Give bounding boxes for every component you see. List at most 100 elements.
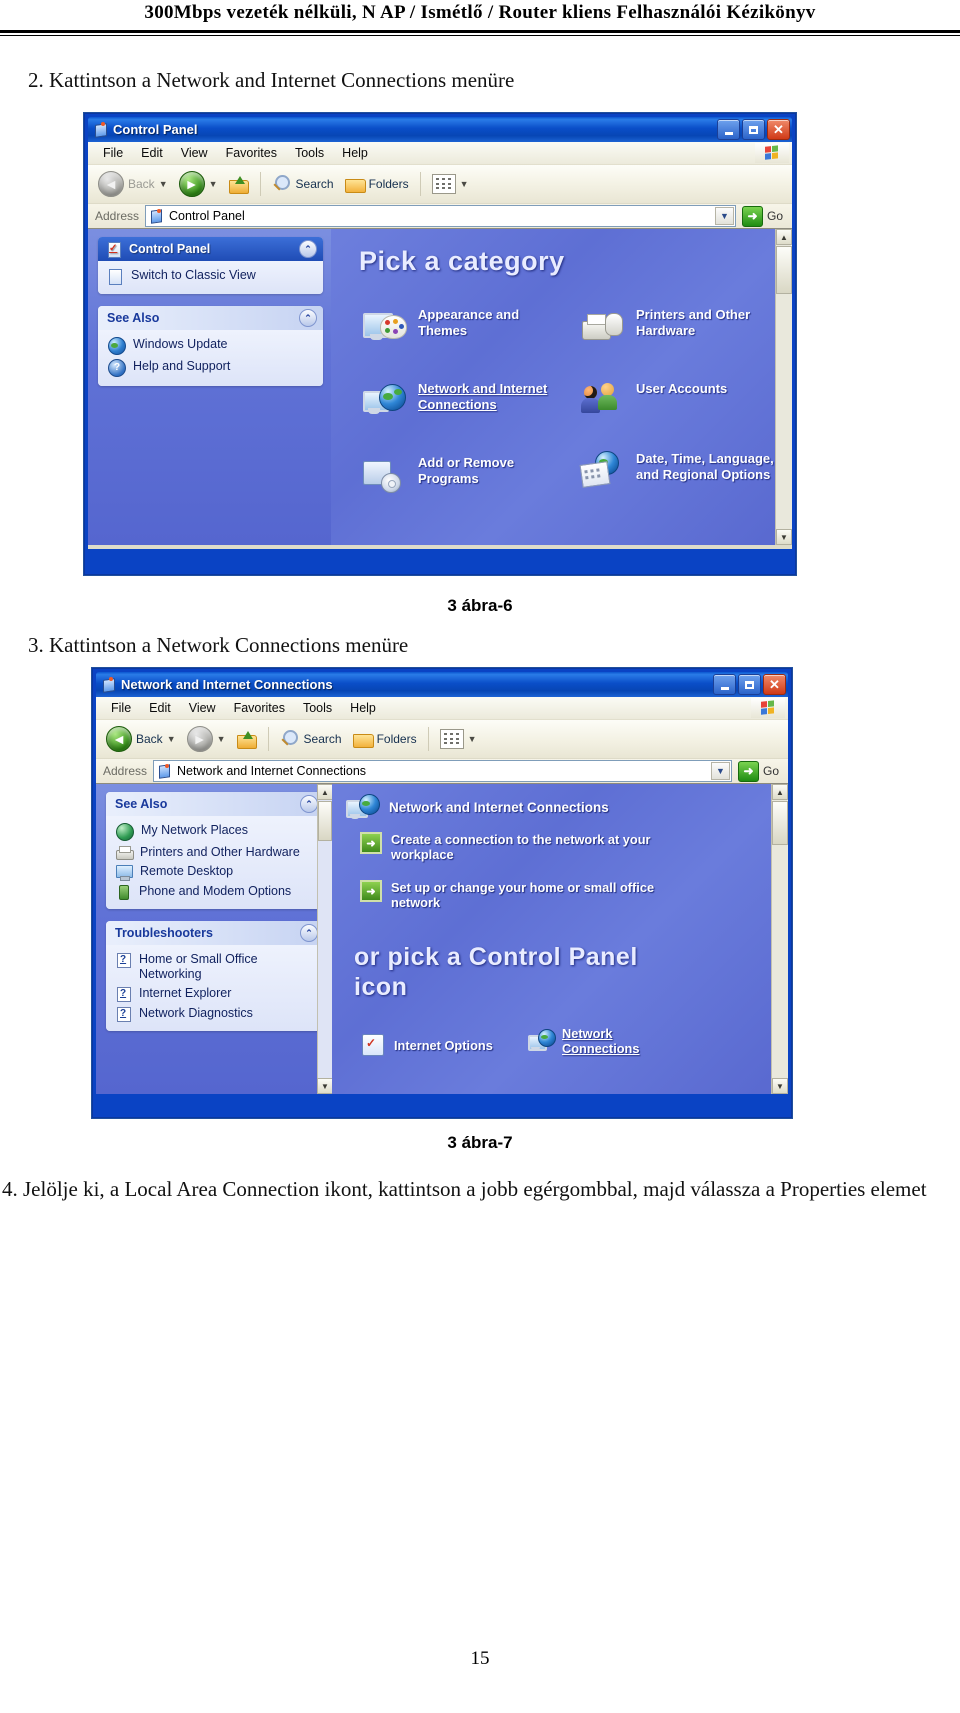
chevron-up-icon[interactable]: ⌃ — [299, 309, 317, 327]
scrollbar-thumb[interactable] — [776, 246, 792, 294]
panel-title-control-panel: ✓ Control Panel — [107, 241, 210, 258]
category-user-accounts[interactable]: User Accounts — [581, 381, 727, 421]
back-button[interactable]: ◄ Back ▼ — [102, 724, 180, 754]
maximize-button[interactable] — [742, 119, 765, 140]
window2-titlebar[interactable]: Network and Internet Connections ✕ — [96, 672, 788, 697]
task-setup-home-office-network[interactable]: ➜ Set up or change your home or small of… — [360, 880, 691, 910]
window2-vertical-scrollbar[interactable]: ▲ ▼ — [771, 784, 788, 1094]
folders-button[interactable]: Folders — [341, 174, 413, 194]
views-button[interactable]: ▼ — [436, 727, 481, 751]
scroll-up-icon[interactable]: ▲ — [317, 784, 333, 800]
scroll-down-icon[interactable]: ▼ — [776, 529, 792, 545]
window2-body: File Edit View Favorites Tools Help ◄ Ba… — [96, 697, 788, 1094]
chevron-up-icon[interactable]: ⌃ — [300, 795, 318, 813]
toolbar-separator-2 — [427, 727, 429, 751]
back-button[interactable]: ◄ Back ▼ — [94, 169, 172, 199]
control-panel-window: Control Panel ✕ File Edit View Favorites… — [84, 113, 796, 575]
menu-tools[interactable]: Tools — [294, 699, 341, 717]
forward-dropdown-icon[interactable]: ▼ — [209, 179, 218, 189]
menu-help[interactable]: Help — [333, 144, 377, 162]
go-button[interactable]: ➜ Go — [736, 205, 789, 227]
sidebar-item-my-network-places[interactable]: My Network Places — [116, 821, 318, 843]
menu-favorites[interactable]: Favorites — [217, 144, 286, 162]
sidebar-item-home-or-small-office-networking[interactable]: ? Home or Small Office Networking — [116, 950, 318, 984]
views-dropdown-icon[interactable]: ▼ — [468, 734, 477, 744]
search-button[interactable]: Search — [276, 728, 346, 750]
menu-view[interactable]: View — [172, 144, 217, 162]
address-input[interactable]: Network and Internet Connections ▼ — [153, 760, 732, 782]
menu-tools[interactable]: Tools — [286, 144, 333, 162]
search-button[interactable]: Search — [268, 173, 338, 195]
address-control-panel-icon — [150, 209, 164, 224]
scroll-down-icon[interactable]: ▼ — [317, 1078, 333, 1094]
forward-button[interactable]: ► ▼ — [175, 169, 222, 199]
category-printers-and-other-hardware[interactable]: Printers and Other Hardware — [581, 307, 786, 347]
sidebar-item-switch-classic-view[interactable]: Switch to Classic View — [108, 266, 317, 287]
folders-button[interactable]: Folders — [349, 729, 421, 749]
category-network-and-internet-connections[interactable]: Network and Internet Connections — [363, 381, 568, 421]
views-dropdown-icon[interactable]: ▼ — [460, 179, 469, 189]
forward-dropdown-icon[interactable]: ▼ — [217, 734, 226, 744]
category-date-time-language-regional[interactable]: Date, Time, Language, and Regional Optio… — [579, 451, 786, 491]
window1-vertical-scrollbar[interactable]: ▲ ▼ — [775, 229, 792, 545]
scrollbar-thumb[interactable] — [772, 801, 788, 845]
menu-help[interactable]: Help — [341, 699, 385, 717]
menu-file[interactable]: File — [94, 144, 132, 162]
back-dropdown-icon[interactable]: ▼ — [167, 734, 176, 744]
sidebar-item-printers-and-other-hardware[interactable]: Printers and Other Hardware — [116, 843, 318, 862]
scroll-down-icon[interactable]: ▼ — [772, 1078, 788, 1094]
go-button[interactable]: ➜ Go — [732, 760, 785, 782]
figure-7-caption: 3 ábra-7 — [447, 1133, 513, 1152]
sidebar-panel-see-also: See Also ⌃ Windows Update ? Help and Sup… — [98, 306, 323, 386]
scroll-up-icon[interactable]: ▲ — [772, 784, 788, 800]
chevron-up-icon[interactable]: ⌃ — [299, 240, 317, 258]
panel-header-see-also[interactable]: See Also ⌃ — [98, 306, 323, 330]
sidebar-item-label: Remote Desktop — [140, 864, 234, 878]
sidebar-item-label: Phone and Modem Options — [139, 884, 292, 898]
scrollbar-thumb[interactable] — [318, 801, 332, 841]
up-button[interactable] — [233, 729, 261, 750]
window2-sidebar-scrollbar[interactable]: ▲ ▼ — [317, 784, 333, 1094]
views-button[interactable]: ▼ — [428, 172, 473, 196]
step-2-text: 2. Kattintson a Network and Internet Con… — [28, 68, 515, 92]
category-appearance-and-themes[interactable]: Appearance and Themes — [363, 307, 568, 347]
scroll-up-icon[interactable]: ▲ — [776, 229, 792, 245]
task-create-connection-workplace[interactable]: ➜ Create a connection to the network at … — [360, 832, 691, 862]
menu-view[interactable]: View — [180, 699, 225, 717]
panel-header-troubleshooters[interactable]: Troubleshooters ⌃ — [106, 921, 324, 945]
control-panel-icon: ✓ — [107, 241, 123, 258]
minimize-button[interactable] — [713, 674, 736, 695]
close-button[interactable]: ✕ — [767, 119, 790, 140]
sidebar-item-windows-update[interactable]: Windows Update — [108, 335, 317, 357]
menu-file[interactable]: File — [102, 699, 140, 717]
cpicon-network-connections[interactable]: Network Connections — [528, 1026, 652, 1056]
chevron-up-icon[interactable]: ⌃ — [300, 924, 318, 942]
back-dropdown-icon[interactable]: ▼ — [159, 179, 168, 189]
close-button[interactable]: ✕ — [763, 674, 786, 695]
menu-edit[interactable]: Edit — [132, 144, 172, 162]
address-dropdown-icon[interactable]: ▼ — [710, 762, 730, 780]
menu-favorites[interactable]: Favorites — [225, 699, 294, 717]
minimize-button[interactable] — [717, 119, 740, 140]
sidebar-item-phone-and-modem-options[interactable]: Phone and Modem Options — [116, 882, 318, 902]
address-input[interactable]: Control Panel ▼ — [145, 205, 736, 227]
sidebar-item-remote-desktop[interactable]: Remote Desktop — [116, 862, 318, 882]
menu-edit[interactable]: Edit — [140, 699, 180, 717]
forward-button[interactable]: ► ▼ — [183, 724, 230, 754]
sidebar-item-help-and-support[interactable]: ? Help and Support — [108, 357, 317, 379]
sidebar-item-label: Help and Support — [133, 359, 231, 373]
address-dropdown-icon[interactable]: ▼ — [714, 207, 734, 225]
window1-sidebar: ✓ Control Panel ⌃ Switch to Classic View — [88, 229, 331, 545]
window1-titlebar[interactable]: Control Panel ✕ — [88, 117, 792, 142]
cpicon-internet-options[interactable]: ✓ Internet Options — [360, 1032, 493, 1058]
toolbar-separator — [267, 727, 269, 751]
up-button[interactable] — [225, 174, 253, 195]
panel-header-control-panel[interactable]: ✓ Control Panel ⌃ — [98, 237, 323, 261]
panel-body-see-also: My Network Places Printers and Other Har… — [106, 816, 324, 909]
panel-body-troubleshooters: ? Home or Small Office Networking ? Inte… — [106, 945, 324, 1031]
category-add-or-remove-programs[interactable]: Add or Remove Programs — [363, 455, 568, 495]
sidebar-item-internet-explorer[interactable]: ? Internet Explorer — [116, 984, 318, 1004]
panel-header-see-also[interactable]: See Also ⌃ — [106, 792, 324, 816]
sidebar-item-network-diagnostics[interactable]: ? Network Diagnostics — [116, 1004, 318, 1024]
maximize-button[interactable] — [738, 674, 761, 695]
